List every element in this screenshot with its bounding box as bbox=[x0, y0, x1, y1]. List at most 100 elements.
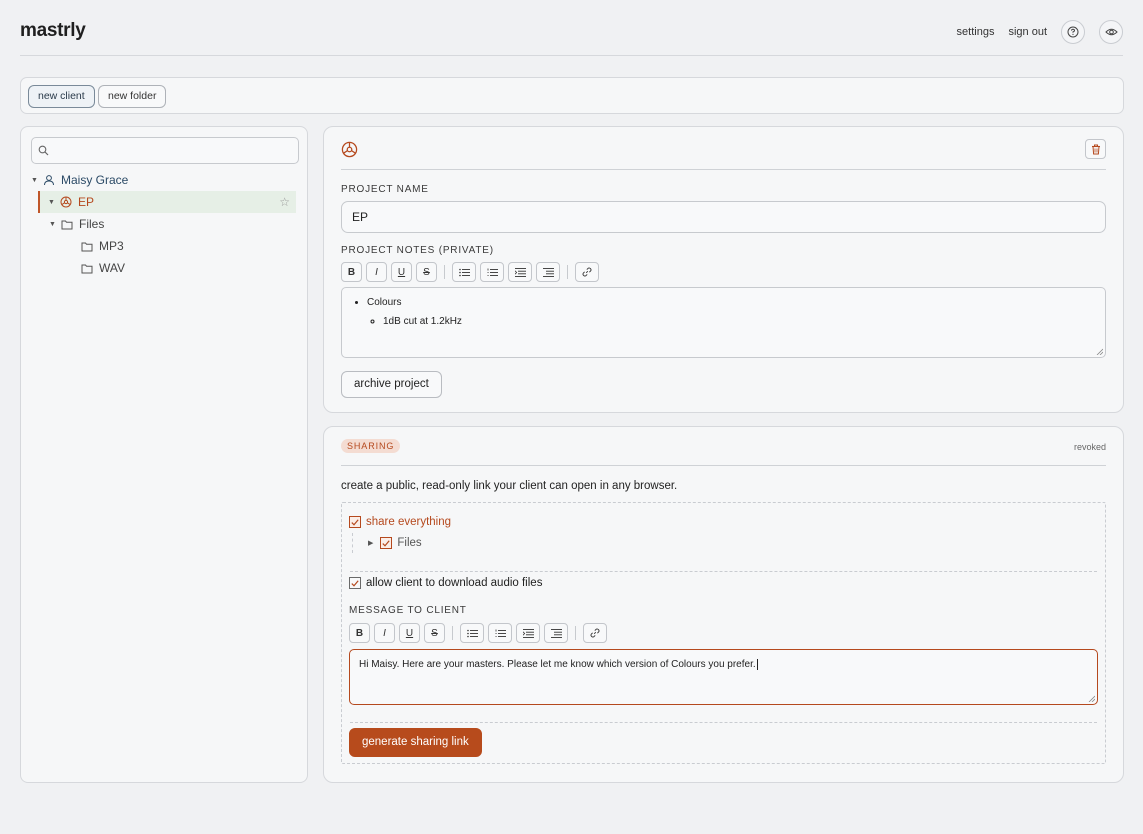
notes-list-item: Colours 1dB cut at 1.2kHz bbox=[367, 297, 1105, 327]
notes-sub-list-item: 1dB cut at 1.2kHz bbox=[383, 316, 1105, 327]
toolbar-separator bbox=[575, 626, 576, 640]
folder-icon bbox=[79, 263, 95, 274]
outdent-button[interactable] bbox=[544, 623, 568, 643]
divider bbox=[350, 571, 1097, 572]
allow-download-checkbox[interactable]: allow client to download audio files bbox=[349, 577, 542, 589]
user-icon bbox=[41, 174, 57, 186]
help-button[interactable] bbox=[1061, 20, 1085, 44]
share-everything-label: share everything bbox=[366, 516, 452, 528]
italic-button[interactable]: I bbox=[366, 262, 387, 282]
bold-button[interactable]: B bbox=[341, 262, 362, 282]
project-icon bbox=[341, 141, 358, 158]
allow-download-label: allow client to download audio files bbox=[366, 577, 543, 589]
folder-icon bbox=[59, 219, 75, 230]
link-icon bbox=[582, 267, 592, 277]
numbered-list-icon bbox=[495, 629, 506, 637]
sharing-options: share everything ▶ Files allow client to… bbox=[341, 502, 1106, 764]
project-icon bbox=[58, 196, 74, 208]
divider bbox=[341, 169, 1106, 170]
divider bbox=[350, 722, 1097, 723]
numbered-list-icon bbox=[487, 268, 498, 276]
caret-right-icon[interactable]: ▶ bbox=[368, 539, 373, 547]
new-folder-button[interactable]: new folder bbox=[98, 85, 167, 108]
tree-item-subfolder[interactable]: WAV bbox=[31, 257, 306, 279]
numbered-list-button[interactable] bbox=[480, 262, 504, 282]
checkbox-checked-icon[interactable] bbox=[349, 516, 361, 528]
resize-handle-icon[interactable] bbox=[1096, 348, 1103, 355]
share-files-label: Files bbox=[397, 537, 422, 549]
strikethrough-button[interactable]: S bbox=[416, 262, 437, 282]
bullet-list-button[interactable] bbox=[460, 623, 484, 643]
project-name: EP bbox=[78, 195, 95, 209]
bullet-list-icon bbox=[466, 629, 478, 637]
outdent-button[interactable] bbox=[536, 262, 560, 282]
settings-link[interactable]: settings bbox=[957, 26, 995, 38]
tree-item-subfolder[interactable]: MP3 bbox=[31, 235, 306, 257]
bullet-list-icon bbox=[458, 268, 470, 276]
caret-down-icon[interactable]: ▼ bbox=[48, 199, 58, 206]
tree-guide-line bbox=[352, 533, 353, 553]
bullet-list-button[interactable] bbox=[452, 262, 476, 282]
app-header: mastrly settings sign out bbox=[20, 0, 1123, 56]
outdent-icon bbox=[542, 267, 554, 277]
subfolder-name: MP3 bbox=[99, 239, 124, 253]
header-actions: settings sign out bbox=[957, 20, 1123, 44]
help-icon bbox=[1067, 26, 1079, 38]
underline-button[interactable]: U bbox=[391, 262, 412, 282]
tree-item-project[interactable]: ▼ EP ☆ bbox=[38, 191, 296, 213]
divider bbox=[341, 465, 1106, 466]
bold-button[interactable]: B bbox=[349, 623, 370, 643]
link-button[interactable] bbox=[575, 262, 599, 282]
italic-button[interactable]: I bbox=[374, 623, 395, 643]
tree-item-client[interactable]: ▼ Maisy Grace bbox=[31, 169, 306, 191]
message-text: Hi Maisy. Here are your masters. Please … bbox=[359, 659, 756, 670]
strikethrough-button[interactable]: S bbox=[424, 623, 445, 643]
notes-editor-toolbar: B I U S bbox=[341, 262, 599, 282]
sharing-description: create a public, read-only link your cli… bbox=[341, 480, 678, 492]
sign-out-link[interactable]: sign out bbox=[1008, 26, 1047, 38]
app-logo[interactable]: mastrly bbox=[20, 20, 86, 42]
checkbox-checked-icon[interactable] bbox=[349, 577, 361, 589]
project-card: PROJECT NAME EP PROJECT NOTES (PRIVATE) … bbox=[323, 126, 1124, 413]
caret-down-icon[interactable]: ▼ bbox=[31, 177, 41, 184]
toolbar-separator bbox=[444, 265, 445, 279]
project-name-input[interactable]: EP bbox=[341, 201, 1106, 233]
underline-button[interactable]: U bbox=[399, 623, 420, 643]
trash-icon bbox=[1091, 144, 1100, 154]
numbered-list-button[interactable] bbox=[488, 623, 512, 643]
sharing-status: revoked bbox=[1073, 442, 1106, 452]
checkbox-checked-icon[interactable] bbox=[380, 537, 393, 549]
star-icon[interactable]: ☆ bbox=[279, 195, 290, 209]
sharing-badge: SHARING bbox=[341, 439, 401, 453]
message-editor-toolbar: B I U S bbox=[349, 623, 607, 643]
outdent-icon bbox=[550, 628, 562, 638]
client-name: Maisy Grace bbox=[61, 173, 129, 187]
delete-project-button[interactable] bbox=[1085, 139, 1106, 159]
toolbar-separator bbox=[567, 265, 568, 279]
indent-icon bbox=[522, 628, 534, 638]
share-everything-checkbox[interactable]: share everything bbox=[349, 516, 451, 528]
resize-handle-icon[interactable] bbox=[1088, 695, 1095, 702]
message-editor[interactable]: Hi Maisy. Here are your masters. Please … bbox=[349, 649, 1098, 705]
archive-project-button[interactable]: archive project bbox=[341, 371, 442, 398]
search-input[interactable] bbox=[31, 137, 299, 164]
message-label: MESSAGE TO CLIENT bbox=[349, 605, 467, 616]
sharing-card: SHARING revoked create a public, read-on… bbox=[323, 426, 1124, 783]
indent-button[interactable] bbox=[516, 623, 540, 643]
tree-item-folder[interactable]: ▼ Files bbox=[31, 213, 306, 235]
text-cursor bbox=[756, 659, 758, 670]
caret-down-icon[interactable]: ▼ bbox=[49, 221, 59, 228]
link-icon bbox=[590, 628, 600, 638]
indent-button[interactable] bbox=[508, 262, 532, 282]
search-icon bbox=[38, 145, 49, 156]
share-files-checkbox[interactable]: ▶ Files bbox=[368, 537, 422, 549]
link-button[interactable] bbox=[583, 623, 607, 643]
new-client-button[interactable]: new client bbox=[28, 85, 95, 108]
file-tree-sidebar: ▼ Maisy Grace ▼ EP ☆ ▼ Files MP3 WAV bbox=[20, 126, 308, 783]
eye-icon bbox=[1104, 28, 1118, 36]
project-notes-editor[interactable]: Colours 1dB cut at 1.2kHz bbox=[341, 287, 1106, 358]
action-toolbar: new client new folder bbox=[20, 77, 1124, 114]
generate-link-button[interactable]: generate sharing link bbox=[349, 728, 482, 757]
preview-button[interactable] bbox=[1099, 20, 1123, 44]
indent-icon bbox=[514, 267, 526, 277]
